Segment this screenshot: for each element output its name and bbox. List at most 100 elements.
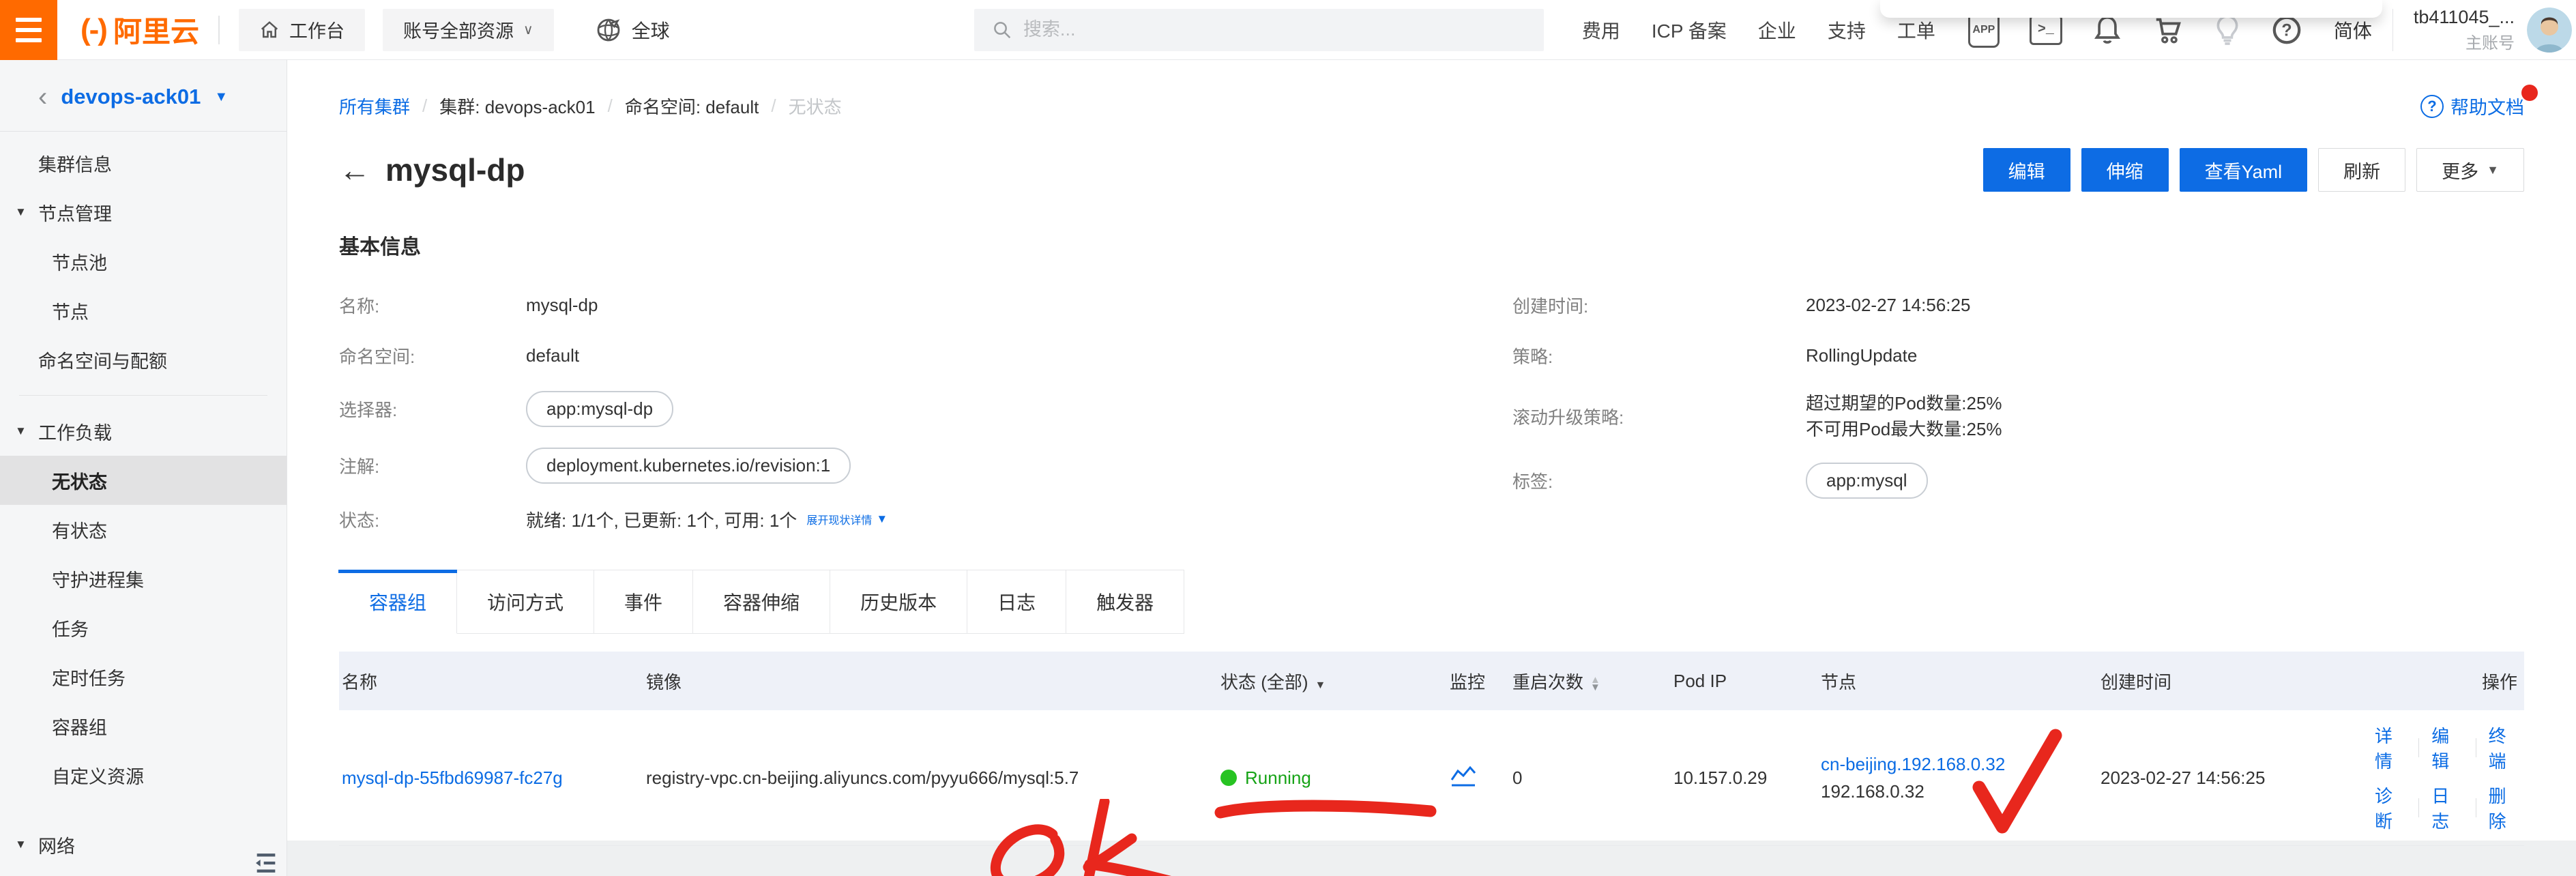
nav-link-enterprise[interactable]: 企业 bbox=[1758, 16, 1796, 44]
sidebar-item-custom-resources[interactable]: 自定义资源 bbox=[0, 750, 287, 800]
chevron-down-icon: ▼ bbox=[214, 89, 228, 105]
col-monitor: 监控 bbox=[1448, 656, 1511, 706]
expand-status-link[interactable]: 展开现状详情 ▼ bbox=[806, 511, 888, 527]
tab-scaling[interactable]: 容器伸缩 bbox=[693, 570, 830, 634]
global-search[interactable] bbox=[974, 9, 1544, 51]
scale-button[interactable]: 伸缩 bbox=[2081, 148, 2169, 192]
sidebar-group-network[interactable]: ▼网络 bbox=[0, 820, 287, 869]
cluster-switcher[interactable]: ‹ devops-ack01 ▼ bbox=[0, 60, 287, 131]
tag-label: 标签: bbox=[1512, 468, 1806, 493]
tab-history[interactable]: 历史版本 bbox=[830, 570, 967, 634]
name-value: mysql-dp bbox=[526, 295, 598, 316]
lightbulb-icon[interactable] bbox=[2214, 14, 2241, 46]
page-actions: 编辑 伸缩 查看Yaml 刷新 更多 ▼ bbox=[1983, 148, 2524, 192]
workbench-button[interactable]: 工作台 bbox=[239, 9, 365, 51]
nav-link-support[interactable]: 支持 bbox=[1828, 16, 1866, 44]
search-input[interactable] bbox=[1023, 19, 1526, 40]
back-chevron-icon[interactable]: ‹ bbox=[38, 83, 47, 111]
sidebar-item-pods[interactable]: 容器组 bbox=[0, 701, 287, 750]
cloudshell-icon[interactable]: >_ bbox=[2030, 15, 2062, 45]
help-doc-link[interactable]: ? 帮助文档 bbox=[2420, 93, 2524, 119]
namespace-label: 命名空间: bbox=[339, 343, 526, 368]
region-selector[interactable]: 全球 bbox=[595, 16, 670, 44]
edit-button[interactable]: 编辑 bbox=[1983, 148, 2070, 192]
breadcrumb-all-clusters[interactable]: 所有集群 bbox=[339, 93, 410, 119]
logo-brand-text: 阿里云 bbox=[113, 9, 199, 50]
action-logs[interactable]: 日志 bbox=[2431, 783, 2463, 833]
all-resources-label: 账号全部资源 bbox=[403, 16, 514, 43]
language-selector[interactable]: 简体 bbox=[2334, 16, 2372, 44]
status-filter-icon[interactable]: ▼ bbox=[1315, 680, 1326, 691]
sidebar-item-node-pools[interactable]: 节点池 bbox=[0, 237, 287, 286]
cluster-sidebar: ‹ devops-ack01 ▼ 集群信息 ▼节点管理 节点池 节点 命名空间与… bbox=[0, 60, 287, 876]
action-delete[interactable]: 删除 bbox=[2489, 783, 2520, 833]
pod-image: registry-vpc.cn-beijing.aliyuncs.com/pyy… bbox=[645, 755, 1219, 801]
svg-text:?: ? bbox=[2281, 20, 2292, 40]
sidebar-item-nodes[interactable]: 节点 bbox=[0, 286, 287, 335]
top-nav-links: 费用 ICP 备案 企业 支持 工单 bbox=[1582, 16, 1935, 44]
col-node: 节点 bbox=[1819, 656, 2099, 706]
sidebar-item-cluster-info[interactable]: 集群信息 bbox=[0, 138, 287, 188]
back-arrow-icon[interactable]: ← bbox=[339, 154, 370, 186]
red-dot-annotation bbox=[2521, 85, 2538, 101]
help-circle-icon[interactable]: ? bbox=[2271, 14, 2302, 46]
question-circle-icon: ? bbox=[2420, 95, 2444, 118]
sidebar-item-jobs[interactable]: 任务 bbox=[0, 603, 287, 652]
account-info[interactable]: tb411045_... 主账号 bbox=[2414, 7, 2515, 53]
breadcrumb-current: 无状态 bbox=[789, 93, 842, 119]
triangle-down-icon: ▼ bbox=[15, 424, 27, 438]
col-restarts: 重启次数▲▼ bbox=[1511, 656, 1672, 706]
search-icon bbox=[992, 19, 1012, 41]
action-terminal[interactable]: 终端 bbox=[2489, 722, 2520, 773]
table-header: 名称 镜像 状态 (全部)▼ 监控 重启次数▲▼ Pod IP 节点 创建时间 … bbox=[339, 652, 2524, 710]
notifications-bell-icon[interactable] bbox=[2092, 14, 2122, 46]
nav-link-billing[interactable]: 费用 bbox=[1582, 16, 1620, 44]
tab-logs[interactable]: 日志 bbox=[967, 570, 1066, 634]
sidebar-item-namespaces-quotas[interactable]: 命名空间与配额 bbox=[0, 335, 287, 384]
created-label: 创建时间: bbox=[1512, 293, 1806, 318]
tab-pods[interactable]: 容器组 bbox=[339, 570, 457, 634]
refresh-button[interactable]: 刷新 bbox=[2318, 148, 2405, 192]
sidebar-item-statefulsets[interactable]: 有状态 bbox=[0, 505, 287, 554]
nav-link-tickets[interactable]: 工单 bbox=[1897, 16, 1935, 44]
selector-tag: app:mysql-dp bbox=[526, 391, 673, 427]
top-navbar: (-) 阿里云 工作台 账号全部资源 ∨ 全球 费用 ICP 备案 企业 支持 … bbox=[0, 0, 2576, 60]
page-header: ← mysql-dp 编辑 伸缩 查看Yaml 刷新 更多 ▼ bbox=[339, 148, 2524, 192]
aliyun-logo[interactable]: (-) 阿里云 bbox=[80, 9, 199, 50]
tab-access[interactable]: 访问方式 bbox=[457, 570, 594, 634]
action-details[interactable]: 详情 bbox=[2375, 722, 2406, 773]
sort-icon[interactable]: ▲▼ bbox=[1590, 676, 1600, 691]
nav-link-icp[interactable]: ICP 备案 bbox=[1652, 16, 1727, 44]
sidebar-item-deployments[interactable]: 无状态 bbox=[0, 456, 287, 505]
pod-name-link[interactable]: mysql-dp-55fbd69987-fc27g bbox=[342, 768, 563, 788]
node-ip: 192.168.0.32 bbox=[1821, 778, 2092, 805]
sidebar-group-workloads[interactable]: ▼工作负载 bbox=[0, 407, 287, 456]
all-resources-dropdown[interactable]: 账号全部资源 ∨ bbox=[383, 9, 554, 51]
view-yaml-button[interactable]: 查看Yaml bbox=[2180, 148, 2308, 192]
tab-events[interactable]: 事件 bbox=[594, 570, 693, 634]
col-status: 状态 (全部)▼ bbox=[1219, 656, 1448, 706]
sidebar-group-node-management[interactable]: ▼节点管理 bbox=[0, 188, 287, 237]
breadcrumb-row: 所有集群 / 集群: devops-ack01 / 命名空间: default … bbox=[339, 60, 2524, 119]
name-label: 名称: bbox=[339, 293, 526, 318]
pod-created: 2023-02-27 14:56:25 bbox=[2099, 755, 2373, 801]
cart-icon[interactable] bbox=[2152, 14, 2184, 46]
workbench-label: 工作台 bbox=[289, 16, 345, 43]
open-dropdown-panel bbox=[1880, 0, 2382, 18]
tab-triggers[interactable]: 触发器 bbox=[1066, 570, 1184, 634]
created-value: 2023-02-27 14:56:25 bbox=[1806, 295, 1970, 316]
hamburger-menu-icon[interactable] bbox=[0, 0, 57, 60]
annotation-label: 注解: bbox=[339, 453, 526, 478]
sidebar-item-cronjobs[interactable]: 定时任务 bbox=[0, 652, 287, 701]
chevron-down-icon: ∨ bbox=[523, 21, 533, 38]
action-edit[interactable]: 编辑 bbox=[2431, 722, 2463, 773]
pod-monitor[interactable] bbox=[1448, 753, 1511, 804]
sidebar-collapse-icon[interactable] bbox=[252, 849, 280, 876]
node-link[interactable]: cn-beijing.192.168.0.32 bbox=[1821, 754, 2005, 774]
more-button[interactable]: 更多 ▼ bbox=[2416, 148, 2524, 192]
action-diagnose[interactable]: 诊断 bbox=[2375, 783, 2406, 833]
sidebar-item-daemonsets[interactable]: 守护进程集 bbox=[0, 554, 287, 603]
avatar[interactable] bbox=[2527, 8, 2572, 53]
detail-tabs: 容器组 访问方式 事件 容器伸缩 历史版本 日志 触发器 bbox=[339, 570, 2524, 634]
basic-info-grid: 名称: mysql-dp 命名空间: default 选择器: app:mysq… bbox=[339, 290, 2524, 534]
